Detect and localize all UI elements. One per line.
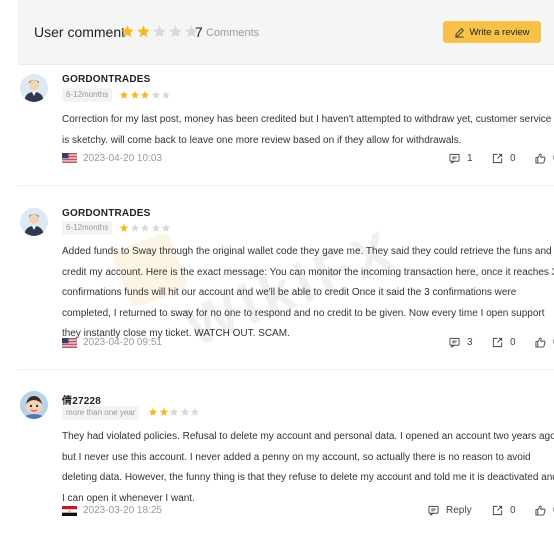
comment-header: User comment 7 Comments Write a review	[18, 0, 554, 65]
comment-icon	[449, 337, 460, 348]
comment-date: 2023-04-20 09:51	[83, 337, 162, 348]
comment-line: Correction for my last post, money has b…	[62, 114, 552, 125]
username[interactable]: 倩27228	[62, 392, 101, 407]
share-icon	[492, 505, 503, 516]
share-icon	[492, 337, 503, 348]
avatar	[20, 208, 48, 236]
share-count: 0	[510, 153, 516, 164]
thumbs-up-icon	[535, 337, 546, 348]
pencil-icon	[455, 27, 465, 38]
reply-count: 1	[467, 153, 473, 164]
star-empty-icon	[130, 223, 140, 233]
like-button[interactable]: 0	[535, 505, 554, 516]
comment-rating	[119, 90, 172, 100]
star-empty-icon	[151, 223, 161, 233]
reply-button[interactable]: 1	[449, 153, 473, 164]
write-review-label: Write a review	[469, 26, 530, 38]
avatar	[20, 391, 48, 419]
star-filled-icon	[136, 24, 151, 39]
star-empty-icon	[190, 407, 200, 417]
comment-text: They had violated policies. Refusal to d…	[62, 427, 554, 509]
star-filled-icon	[119, 90, 129, 100]
share-icon	[492, 153, 503, 164]
comment-line: deleting data. However, the funny thing …	[62, 472, 554, 483]
reply-count: 3	[467, 337, 473, 348]
default-user-avatar-icon	[20, 74, 48, 102]
star-empty-icon	[169, 407, 179, 417]
comment-rating	[148, 407, 201, 417]
star-filled-icon	[140, 90, 150, 100]
star-empty-icon	[151, 90, 161, 100]
divider	[18, 185, 554, 186]
comment-line: but I never use this account. I never ad…	[62, 451, 531, 463]
star-filled-icon	[130, 90, 140, 100]
comment-rating	[119, 223, 172, 233]
overall-rating	[120, 24, 200, 40]
comment-count-label: Comments	[206, 27, 260, 39]
star-filled-icon	[120, 24, 135, 39]
divider	[18, 369, 554, 370]
comment-line: completed, I returned to sway for no one…	[62, 307, 545, 319]
star-empty-icon	[168, 24, 183, 39]
thumbs-up-icon	[535, 153, 546, 164]
star-filled-icon	[159, 407, 169, 417]
write-review-button[interactable]: Write a review	[443, 21, 541, 43]
comment-icon	[428, 505, 439, 516]
username[interactable]: GORDONTRADES	[62, 74, 151, 85]
star-empty-icon	[152, 24, 167, 39]
comment-line: credit my account. Here is the exact mes…	[62, 266, 554, 278]
reply-label: Reply	[446, 505, 472, 516]
star-filled-icon	[148, 407, 158, 417]
trading-period-badge: more than one year	[62, 406, 140, 420]
avatar	[20, 74, 48, 102]
comment-text: Correction for my last post, money has b…	[62, 110, 554, 151]
comment-date: 2023-04-20 10:03	[83, 153, 162, 164]
comment-count: 7	[195, 24, 203, 40]
star-filled-icon	[119, 223, 129, 233]
like-button[interactable]: 0	[535, 337, 554, 348]
comment-line: is sketchy. will come back to leave one …	[62, 134, 462, 146]
star-empty-icon	[161, 90, 171, 100]
reply-button[interactable]: Reply	[428, 505, 472, 516]
comment-date: 2023-03-20 18:25	[83, 505, 162, 516]
reply-button[interactable]: 3	[449, 337, 473, 348]
trading-period-badge: 6-12months	[62, 221, 113, 235]
comment-line: They had violated policies. Refusal to d…	[62, 431, 554, 442]
share-count: 0	[510, 505, 516, 516]
comment-line: Added funds to Sway through the original…	[62, 246, 552, 257]
us-flag-icon	[62, 153, 77, 163]
comment-line: confirmations funds will hit our account…	[62, 287, 517, 298]
share-count: 0	[510, 337, 516, 348]
default-user-avatar-icon	[20, 208, 48, 236]
username[interactable]: GORDONTRADES	[62, 208, 151, 219]
share-button[interactable]: 0	[492, 337, 516, 348]
like-button[interactable]: 0	[535, 153, 554, 164]
us-flag-icon	[62, 338, 77, 348]
section-title: User comment	[34, 24, 126, 40]
trading-period-badge: 6-12months	[62, 88, 113, 102]
child-photo-avatar-icon	[20, 391, 48, 419]
comment-text: Added funds to Sway through the original…	[62, 242, 554, 345]
star-empty-icon	[180, 407, 190, 417]
star-empty-icon	[140, 223, 150, 233]
comment-icon	[449, 153, 460, 164]
thumbs-up-icon	[535, 505, 546, 516]
share-button[interactable]: 0	[492, 153, 516, 164]
eg-flag-icon	[62, 506, 77, 516]
share-button[interactable]: 0	[492, 505, 516, 516]
star-empty-icon	[161, 223, 171, 233]
